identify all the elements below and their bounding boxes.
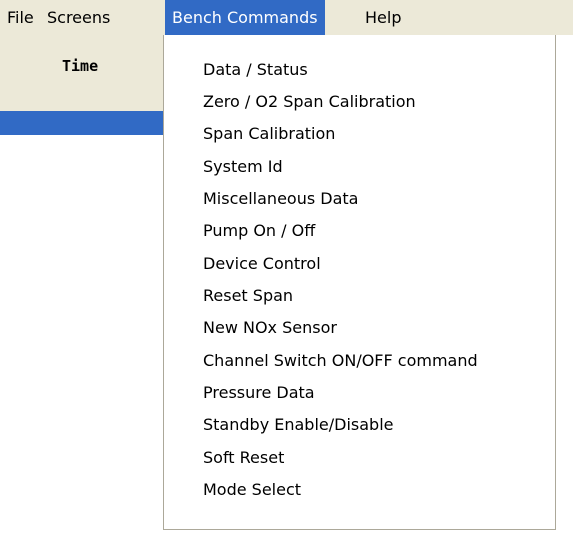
- time-column-header: Time: [62, 57, 99, 75]
- menu-help[interactable]: Help: [358, 0, 408, 35]
- menu-item-pump-on-off[interactable]: Pump On / Off: [164, 215, 555, 247]
- menu-screens[interactable]: Screens: [40, 0, 117, 35]
- menu-item-span-calibration[interactable]: Span Calibration: [164, 118, 555, 150]
- menu-file[interactable]: File: [0, 0, 41, 35]
- menu-item-device-control[interactable]: Device Control: [164, 248, 555, 280]
- menu-bench-commands[interactable]: Bench Commands: [165, 0, 325, 35]
- menu-item-miscellaneous-data[interactable]: Miscellaneous Data: [164, 183, 555, 215]
- menu-item-standby-enable-disable[interactable]: Standby Enable/Disable: [164, 409, 555, 441]
- bench-commands-dropdown: Data / Status Zero / O2 Span Calibration…: [163, 35, 556, 530]
- menu-item-soft-reset[interactable]: Soft Reset: [164, 442, 555, 474]
- menu-item-system-id[interactable]: System Id: [164, 151, 555, 183]
- menu-item-zero-o2-span-calibration[interactable]: Zero / O2 Span Calibration: [164, 86, 555, 118]
- menu-item-mode-select[interactable]: Mode Select: [164, 474, 555, 506]
- menu-item-pressure-data[interactable]: Pressure Data: [164, 377, 555, 409]
- menu-item-reset-span[interactable]: Reset Span: [164, 280, 555, 312]
- menu-item-channel-switch[interactable]: Channel Switch ON/OFF command: [164, 345, 555, 377]
- menu-bar: File Screens Bench Commands Help: [0, 0, 573, 35]
- table-header-area: Time: [0, 35, 163, 111]
- menu-item-data-status[interactable]: Data / Status: [164, 54, 555, 86]
- menu-item-new-nox-sensor[interactable]: New NOx Sensor: [164, 312, 555, 344]
- selected-table-row[interactable]: [0, 111, 163, 135]
